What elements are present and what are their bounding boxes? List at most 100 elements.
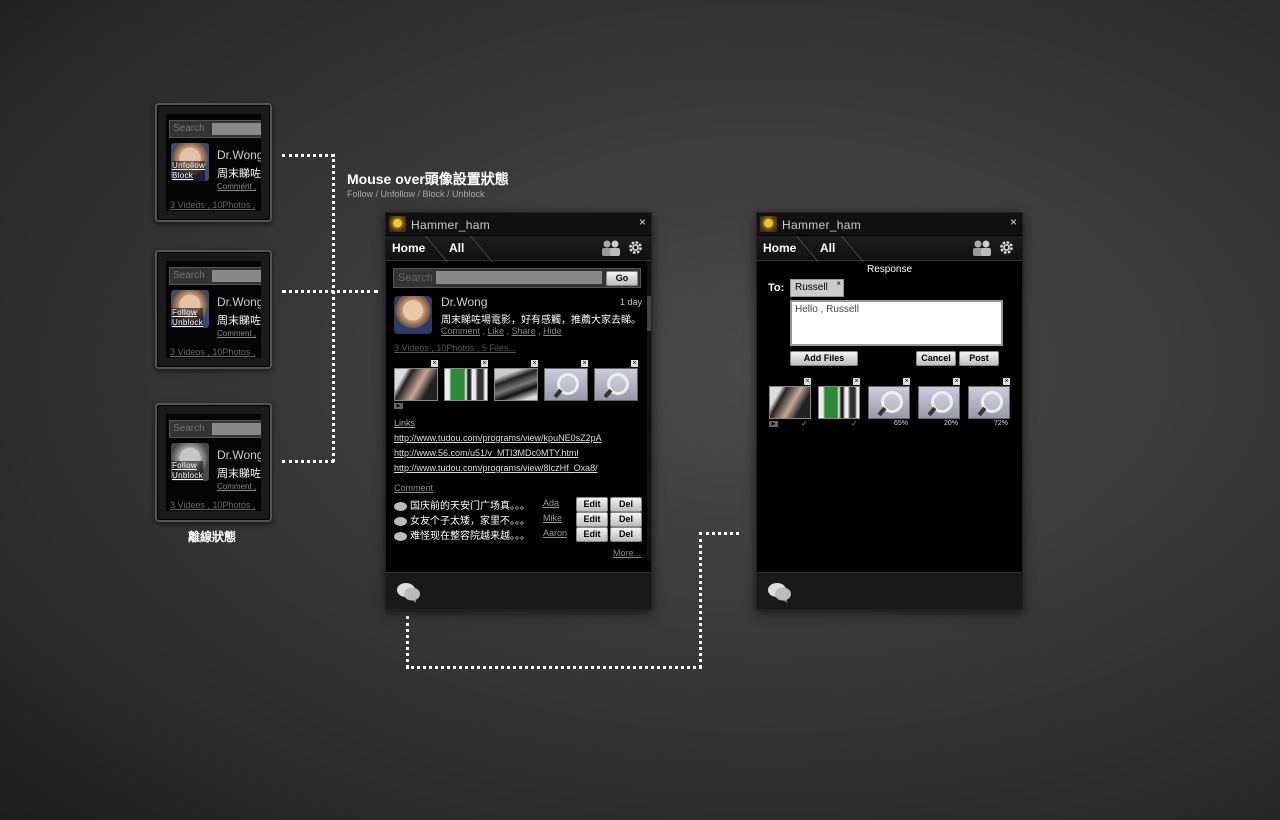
post-author[interactable]: Dr.Wong <box>441 295 487 309</box>
tab-home[interactable]: Home <box>763 241 796 255</box>
link-item[interactable]: http://www.tudou.com/programs/view/kpuNE… <box>394 433 602 443</box>
gear-icon[interactable] <box>998 239 1015 256</box>
mini-card-follow: Search FollowUnblock Dr.Wong 周末睇咗場 Comme… <box>155 250 272 369</box>
remove-icon[interactable]: × <box>853 378 860 385</box>
connector-bottom-left <box>406 616 409 668</box>
mini-card-offline: Search FollowUnblock Dr.Wong 周末睇咗場 Comme… <box>155 403 272 522</box>
gear-icon[interactable] <box>627 239 644 256</box>
photo-thumbnail[interactable]: × <box>818 378 860 419</box>
play-icon[interactable]: ▶ <box>394 403 403 409</box>
feed-panel: Hammer_ham × Home All Search Go Dr.Wong … <box>385 212 652 610</box>
media-stats[interactable]: 3 Videos , 10Photos , <box>170 200 255 210</box>
tab-all[interactable]: All <box>820 241 835 255</box>
users-icon[interactable] <box>972 239 992 256</box>
remove-icon[interactable]: × <box>531 360 538 367</box>
link-item[interactable]: http://www.56.com/u51/v_MTI3MDc0MTY.html <box>394 448 578 458</box>
comment-link[interactable]: Comment , <box>217 482 256 491</box>
remove-icon[interactable]: × <box>804 378 811 385</box>
remove-icon[interactable]: × <box>431 360 438 367</box>
search-input[interactable]: Search <box>398 272 433 284</box>
comment-user[interactable]: Ada <box>543 498 559 508</box>
uploading-thumbnail[interactable]: × <box>544 360 588 401</box>
connector-1 <box>282 154 334 157</box>
scrollbar[interactable] <box>647 261 651 561</box>
comment-user[interactable]: Aaron <box>543 528 567 538</box>
message-textarea[interactable]: Hello , Russell <box>790 300 1003 346</box>
post-time: 1 day <box>619 297 642 307</box>
delete-button[interactable]: Del <box>610 497 642 512</box>
remove-icon[interactable]: × <box>481 360 488 367</box>
comment-user[interactable]: Mike <box>543 513 562 523</box>
avatar-hover-menu[interactable]: Unfollow Block <box>172 161 206 181</box>
avatar-hover-menu[interactable]: Follow Unblock <box>172 308 204 328</box>
cancel-button[interactable]: Cancel <box>916 351 956 366</box>
edit-button[interactable]: Edit <box>576 527 608 542</box>
mini-search[interactable]: Search <box>169 120 261 138</box>
edit-button[interactable]: Edit <box>576 512 608 527</box>
remove-icon[interactable]: × <box>631 360 638 367</box>
close-icon[interactable]: × <box>1010 215 1017 229</box>
like-link[interactable]: Like <box>488 326 505 336</box>
more-link[interactable]: More... <box>613 548 641 558</box>
connector-2 <box>282 290 378 293</box>
media-stats[interactable]: 3 Videos , 10Photos , 5 Files... <box>394 343 516 353</box>
chat-bubble-icon <box>394 516 407 526</box>
media-stats[interactable]: 3 Videos , 10Photos , <box>170 500 255 510</box>
upload-progress: 72% <box>994 420 1009 427</box>
post-avatar[interactable] <box>394 296 432 334</box>
chat-icon[interactable] <box>396 581 422 603</box>
avatar-hover-menu[interactable]: Follow Unblock <box>172 461 204 481</box>
mini-card-unfollow: Search UnfollowBlock Dr.Wong 周末睇咗場 Comme… <box>155 103 272 222</box>
photo-thumbnail[interactable]: × <box>394 360 438 401</box>
user-avatar-icon <box>389 216 406 232</box>
tab-home[interactable]: Home <box>392 241 425 255</box>
chat-bubble-icon <box>394 531 407 541</box>
user-avatar-icon <box>760 216 777 232</box>
media-stats[interactable]: 3 Videos , 10Photos , <box>170 347 255 357</box>
uploading-thumbnail[interactable]: × <box>918 378 960 419</box>
uploading-thumbnail[interactable]: × <box>868 378 910 419</box>
photo-thumbnail[interactable]: × <box>494 360 538 401</box>
recipient-tag[interactable]: Russell × <box>790 279 844 297</box>
chat-bubble-icon <box>394 501 407 511</box>
offline-status-label: 離線狀態 <box>188 530 237 544</box>
comment-item: 国庆前的天安门广场真。。。 <box>394 497 530 512</box>
comment-link[interactable]: Comment , <box>217 182 256 191</box>
link-item[interactable]: http://www.tudou.com/programs/view/8lczH… <box>394 463 598 473</box>
hide-link[interactable]: Hide <box>543 326 562 336</box>
remove-recipient-icon[interactable]: × <box>836 279 841 288</box>
remove-icon[interactable]: × <box>1003 378 1010 385</box>
comment-link[interactable]: Comment , <box>217 329 256 338</box>
remove-icon[interactable]: × <box>953 378 960 385</box>
edit-button[interactable]: Edit <box>576 497 608 512</box>
play-icon[interactable]: ▶ <box>769 421 778 427</box>
user-name: Dr.Wong <box>217 295 261 309</box>
comment-title: Comment <box>394 483 434 493</box>
upload-complete-icon: ✓ <box>851 419 858 428</box>
close-icon[interactable]: × <box>639 215 646 229</box>
title-bar: Hammer_ham × <box>757 213 1022 236</box>
user-name: Dr.Wong <box>217 448 261 462</box>
comment-item: 女友个子太矮，家里不。。。 <box>394 512 530 527</box>
delete-button[interactable]: Del <box>610 527 642 542</box>
uploading-thumbnail[interactable]: × <box>968 378 1010 419</box>
chat-icon[interactable] <box>767 581 793 603</box>
share-link[interactable]: Share <box>512 326 536 336</box>
users-icon[interactable] <box>601 239 621 256</box>
mini-search[interactable]: Search <box>169 267 261 285</box>
delete-button[interactable]: Del <box>610 512 642 527</box>
post-button[interactable]: Post <box>959 351 999 366</box>
search-field[interactable] <box>436 271 602 284</box>
remove-icon[interactable]: × <box>903 378 910 385</box>
tab-all[interactable]: All <box>449 241 464 255</box>
remove-icon[interactable]: × <box>581 360 588 367</box>
mini-search[interactable]: Search <box>169 420 261 438</box>
photo-thumbnail[interactable]: × <box>769 378 811 419</box>
go-button[interactable]: Go <box>606 271 638 286</box>
add-files-button[interactable]: Add Files <box>790 351 858 366</box>
photo-thumbnail[interactable]: × <box>444 360 488 401</box>
uploading-thumbnail[interactable]: × <box>594 360 638 401</box>
response-panel: Hammer_ham × Home All Response To: Russe… <box>756 212 1023 610</box>
nav-bar: Home All <box>386 236 651 262</box>
comment-link[interactable]: Comment <box>441 326 480 336</box>
